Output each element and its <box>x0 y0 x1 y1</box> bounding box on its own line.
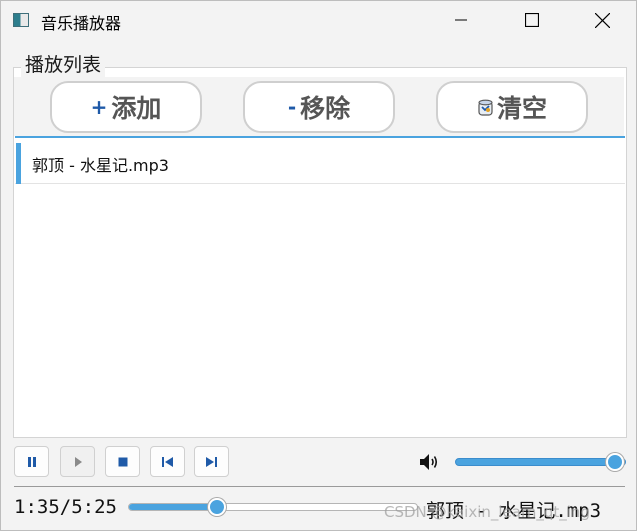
list-focus-line <box>15 136 625 138</box>
skip-next-icon <box>206 456 217 467</box>
playlist-item[interactable]: 郭顶 - 水星记.mp3 <box>15 139 625 184</box>
close-button[interactable] <box>567 1 637 39</box>
play-button[interactable] <box>60 446 95 477</box>
add-button-label: 添加 <box>111 94 162 123</box>
play-icon <box>74 456 82 467</box>
stop-icon <box>118 457 127 466</box>
content-area: 播放列表 + 添加 - 移除 清空 郭顶 - 水星记.mp3 1:35/5:25… <box>2 39 636 530</box>
app-icon <box>13 13 29 27</box>
time-label: 1:35/5:25 <box>14 496 117 518</box>
progress-fill <box>129 504 214 510</box>
playlist-item-label: 郭顶 - 水星记.mp3 <box>32 156 169 175</box>
maximize-icon <box>525 13 539 27</box>
minus-icon: - <box>287 95 297 119</box>
maximize-button[interactable] <box>497 1 567 39</box>
selection-indicator <box>16 143 21 184</box>
skip-previous-icon <box>162 456 173 467</box>
main-window: 音乐播放器 播放列表 + 添加 - 移除 清空 郭顶 - 水星记.mp3 1:3… <box>0 0 637 531</box>
divider <box>14 486 625 487</box>
next-button[interactable] <box>194 446 229 477</box>
title-bar[interactable]: 音乐播放器 <box>1 1 636 39</box>
window-title: 音乐播放器 <box>41 14 122 33</box>
previous-button[interactable] <box>150 446 185 477</box>
speaker-icon[interactable] <box>418 451 440 473</box>
watermark: CSDN @kaixin_learn_qt_ing <box>384 503 590 521</box>
clear-button[interactable]: 清空 <box>436 81 588 133</box>
stop-button[interactable] <box>105 446 140 477</box>
progress-slider-track[interactable] <box>128 503 418 511</box>
volume-slider-handle[interactable] <box>606 453 624 471</box>
remove-button[interactable]: - 移除 <box>243 81 395 133</box>
minimize-icon <box>455 19 467 21</box>
minimize-button[interactable] <box>426 1 496 39</box>
volume-slider-track[interactable] <box>455 458 626 466</box>
clear-button-label: 清空 <box>496 94 547 123</box>
pause-icon <box>27 456 36 467</box>
bin-icon <box>478 99 493 116</box>
playlist-group-title: 播放列表 <box>21 53 106 77</box>
plus-icon: + <box>90 95 108 119</box>
add-button[interactable]: + 添加 <box>50 81 202 133</box>
remove-button-label: 移除 <box>300 94 351 123</box>
pause-button[interactable] <box>14 446 49 477</box>
close-icon <box>594 12 610 28</box>
progress-slider-handle[interactable] <box>207 498 226 516</box>
